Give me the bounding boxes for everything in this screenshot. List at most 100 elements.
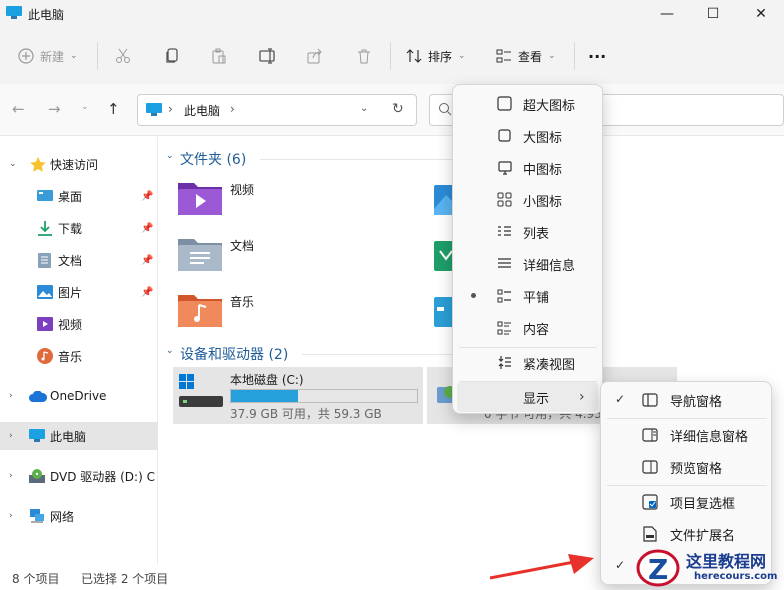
drives-collapse-chevron-icon[interactable]: ⌄ bbox=[166, 346, 174, 356]
sidebar-item-music[interactable]: 音乐 bbox=[0, 342, 158, 370]
section-divider bbox=[302, 354, 452, 355]
close-button[interactable]: ✕ bbox=[738, 0, 784, 28]
search-icon bbox=[438, 102, 452, 116]
sidebar-item-network[interactable]: › 网络 bbox=[0, 502, 158, 530]
star-icon bbox=[30, 157, 46, 172]
chevron-down-icon: ⌄ bbox=[458, 51, 466, 61]
toolbar-divider bbox=[97, 42, 98, 70]
drive-usage-bar bbox=[230, 389, 418, 403]
video-folder-icon bbox=[178, 179, 222, 215]
folder-item-music[interactable]: 音乐 bbox=[178, 291, 418, 331]
paste-button[interactable] bbox=[211, 42, 227, 70]
share-icon bbox=[307, 48, 323, 64]
menu-item-show[interactable]: 显示 › bbox=[457, 382, 598, 412]
sidebar-item-documents[interactable]: 文档 📌 bbox=[0, 246, 158, 274]
drive-name: 本地磁盘 (C:) bbox=[230, 373, 304, 387]
chevron-down-icon: ⌄ bbox=[70, 51, 78, 61]
drive-space-text: 37.9 GB 可用，共 59.3 GB bbox=[230, 407, 382, 421]
maximize-button[interactable]: ☐ bbox=[690, 0, 736, 28]
svg-text:Z: Z bbox=[648, 553, 668, 586]
selected-count: 已选择 2 个项目 bbox=[81, 572, 169, 586]
address-bar[interactable]: › 此电脑 › ⌄ ↻ bbox=[137, 94, 417, 126]
back-arrow-icon[interactable]: ← bbox=[12, 100, 25, 118]
sort-icon bbox=[406, 48, 422, 64]
checkmark-icon: ✓ bbox=[615, 392, 626, 406]
this-pc-icon bbox=[6, 6, 22, 19]
sidebar-item-dvd-drive[interactable]: › DVD 驱动器 (D:) CI bbox=[0, 462, 158, 490]
menu-item-navigation-pane[interactable]: ✓ 导航窗格 bbox=[601, 384, 771, 416]
tiles-icon bbox=[497, 289, 513, 305]
refresh-icon[interactable]: ↻ bbox=[392, 101, 404, 117]
sidebar-item-desktop[interactable]: 桌面 📌 bbox=[0, 182, 158, 210]
square-icon bbox=[497, 96, 513, 112]
sidebar-item-pictures[interactable]: 图片 📌 bbox=[0, 278, 158, 306]
breadcrumb-separator: › bbox=[230, 102, 235, 116]
this-pc-icon bbox=[29, 429, 45, 443]
copy-button[interactable] bbox=[164, 42, 180, 70]
sidebar-item-quick-access[interactable]: ⌄ 快速访问 bbox=[0, 150, 158, 178]
share-button[interactable] bbox=[307, 42, 323, 70]
sidebar-label: OneDrive bbox=[50, 389, 107, 403]
sidebar-label: 网络 bbox=[50, 509, 75, 524]
downloads-folder-icon[interactable] bbox=[434, 237, 454, 271]
compact-icon bbox=[497, 355, 513, 371]
new-button[interactable]: 新建 ⌄ bbox=[18, 42, 78, 70]
folders-collapse-chevron-icon[interactable]: ⌄ bbox=[166, 151, 174, 161]
forward-arrow-icon[interactable]: → bbox=[48, 100, 61, 118]
menu-item-content[interactable]: 内容 bbox=[453, 312, 602, 344]
folder-item-videos[interactable]: 视频 bbox=[178, 179, 418, 219]
menu-item-medium-icons[interactable]: 中图标 bbox=[453, 152, 602, 184]
breadcrumb-this-pc[interactable]: 此电脑 bbox=[184, 102, 220, 119]
new-label: 新建 bbox=[40, 49, 65, 64]
view-menu: 超大图标 大图标 中图标 小图标 列表 详细信息 平铺 内容 紧凑视图 显示 › bbox=[452, 84, 603, 414]
submenu-arrow-icon: › bbox=[579, 389, 585, 405]
recent-chevron-icon[interactable]: ⌄ bbox=[81, 102, 89, 112]
collapsed-chevron-icon[interactable]: › bbox=[9, 391, 13, 401]
rename-button[interactable] bbox=[259, 42, 277, 70]
menu-item-item-checkboxes[interactable]: 项目复选框 bbox=[601, 486, 771, 518]
collapsed-chevron-icon[interactable]: › bbox=[9, 431, 13, 441]
scissors-icon bbox=[115, 48, 131, 64]
address-history-chevron-icon[interactable]: ⌄ bbox=[360, 103, 368, 114]
menu-item-extra-large-icons[interactable]: 超大图标 bbox=[453, 88, 602, 120]
video-icon bbox=[37, 317, 53, 331]
desktop-icon bbox=[37, 190, 53, 204]
pictures-folder-icon[interactable] bbox=[434, 181, 454, 215]
delete-button[interactable] bbox=[356, 42, 372, 70]
collapsed-chevron-icon[interactable]: › bbox=[9, 511, 13, 521]
details-pane-icon bbox=[642, 428, 658, 444]
menu-item-list[interactable]: 列表 bbox=[453, 216, 602, 248]
folders-section-header[interactable]: 文件夹 (6) bbox=[180, 149, 246, 169]
view-button[interactable]: 查看 ⌄ bbox=[496, 42, 556, 70]
drive-item-c[interactable]: 本地磁盘 (C:) 37.9 GB 可用，共 59.3 GB bbox=[173, 367, 423, 424]
expanded-chevron-icon[interactable]: ⌄ bbox=[9, 159, 17, 169]
menu-item-details-pane[interactable]: 详细信息窗格 bbox=[601, 419, 771, 451]
sidebar-item-onedrive[interactable]: › OneDrive bbox=[0, 382, 158, 410]
sidebar-label: 图片 bbox=[58, 285, 83, 300]
list-icon bbox=[497, 225, 513, 241]
menu-item-compact-view[interactable]: 紧凑视图 bbox=[453, 347, 602, 379]
minimize-button[interactable]: — bbox=[644, 0, 690, 28]
watermark-url: herecours.com bbox=[694, 571, 778, 582]
more-options-button[interactable]: ··· bbox=[588, 42, 606, 70]
watermark-title: 这里教程网 bbox=[686, 552, 767, 571]
collapsed-chevron-icon[interactable]: › bbox=[9, 471, 13, 481]
menu-item-small-icons[interactable]: 小图标 bbox=[453, 184, 602, 216]
cut-button[interactable] bbox=[115, 42, 131, 70]
sidebar-item-videos[interactable]: 视频 bbox=[0, 310, 158, 338]
sidebar-item-downloads[interactable]: 下载 📌 bbox=[0, 214, 158, 242]
menu-item-preview-pane[interactable]: 预览窗格 bbox=[601, 451, 771, 483]
menu-item-details[interactable]: 详细信息 bbox=[453, 248, 602, 280]
sidebar-item-this-pc[interactable]: › 此电脑 bbox=[0, 422, 158, 450]
up-arrow-icon[interactable]: ↑ bbox=[107, 100, 120, 118]
drives-section-header[interactable]: 设备和驱动器 (2) bbox=[180, 344, 288, 364]
menu-item-tiles[interactable]: 平铺 bbox=[453, 280, 602, 312]
cloud-icon bbox=[29, 391, 47, 405]
windows-drive-icon bbox=[179, 374, 223, 408]
desktop-folder-icon[interactable] bbox=[434, 293, 454, 327]
sort-button[interactable]: 排序 ⌄ bbox=[406, 42, 466, 70]
view-icon bbox=[496, 48, 512, 64]
folder-item-documents[interactable]: 文档 bbox=[178, 235, 418, 275]
music-icon bbox=[37, 348, 53, 364]
menu-item-large-icons[interactable]: 大图标 bbox=[453, 120, 602, 152]
